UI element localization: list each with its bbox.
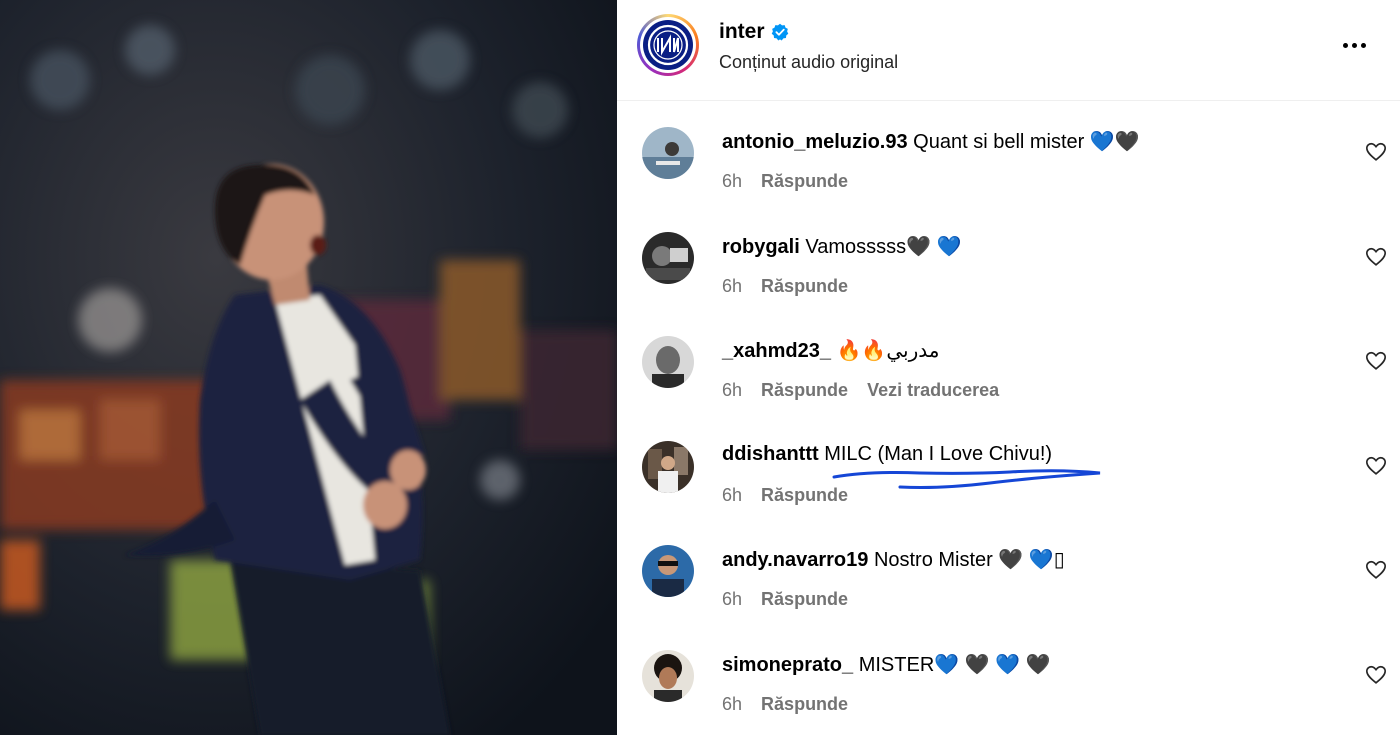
comment-time: 6h bbox=[722, 276, 743, 296]
commenter-avatar[interactable] bbox=[642, 336, 694, 388]
comment-item: simoneprato_ MISTER💙 🖤 💙 🖤 6h Răspunde bbox=[617, 650, 1400, 735]
commenter-avatar[interactable] bbox=[642, 127, 694, 179]
comment-text: Nostro Mister 🖤 💙▯ bbox=[873, 549, 1065, 571]
heart-icon[interactable] bbox=[1365, 559, 1387, 581]
reply-button[interactable]: Răspunde bbox=[761, 276, 848, 296]
comment-text: 🔥🔥مدربي bbox=[836, 340, 940, 362]
heart-icon[interactable] bbox=[1365, 455, 1387, 477]
comment-username[interactable]: robygali bbox=[722, 236, 800, 258]
commenter-avatar[interactable] bbox=[642, 441, 694, 493]
comment-time: 6h bbox=[722, 589, 743, 609]
comments-panel: inter Conținut audio original antonio_me… bbox=[617, 0, 1400, 735]
heart-icon[interactable] bbox=[1365, 350, 1387, 372]
annotation-underline bbox=[832, 469, 1101, 489]
heart-icon[interactable] bbox=[1365, 246, 1387, 268]
reply-button[interactable]: Răspunde bbox=[761, 380, 848, 400]
reply-button[interactable]: Răspunde bbox=[761, 171, 848, 191]
comment-text: Vamosssss🖤 💙 bbox=[805, 236, 962, 258]
inter-logo-icon bbox=[643, 20, 693, 70]
comment-text: Quant si bell mister 💙🖤 bbox=[913, 131, 1140, 153]
comment-item: robygali Vamosssss🖤 💙 6h Răspunde bbox=[617, 232, 1400, 332]
comment-time: 6h bbox=[722, 694, 743, 714]
more-options-icon[interactable] bbox=[1339, 30, 1369, 60]
post-photo[interactable] bbox=[0, 0, 617, 735]
comment-text: MISTER💙 🖤 💙 🖤 bbox=[858, 654, 1051, 676]
post-header: inter Conținut audio original bbox=[617, 0, 1400, 101]
comment-username[interactable]: simoneprato_ bbox=[722, 654, 853, 676]
comment-username[interactable]: ddishanttt bbox=[722, 443, 819, 465]
comment-username[interactable]: _xahmd23_ bbox=[722, 340, 831, 362]
comment-item: antonio_meluzio.93 Quant si bell mister … bbox=[617, 127, 1400, 227]
heart-icon[interactable] bbox=[1365, 664, 1387, 686]
comment-item: _xahmd23_ 🔥🔥مدربي 6h Răspunde Vezi tradu… bbox=[617, 336, 1400, 436]
verified-badge-icon bbox=[771, 23, 788, 41]
commenter-avatar[interactable] bbox=[642, 650, 694, 702]
comment-text: MILC (Man I Love Chivu!) bbox=[824, 443, 1053, 465]
account-username[interactable]: inter bbox=[719, 20, 765, 44]
comment-time: 6h bbox=[722, 171, 743, 191]
reply-button[interactable]: Răspunde bbox=[761, 694, 848, 714]
comment-item: andy.navarro19 Nostro Mister 🖤 💙▯ 6h Răs… bbox=[617, 545, 1400, 645]
audio-subtitle[interactable]: Conținut audio original bbox=[719, 52, 898, 73]
comment-time: 6h bbox=[722, 485, 743, 505]
reply-button[interactable]: Răspunde bbox=[761, 589, 848, 609]
see-translation-button[interactable]: Vezi traducerea bbox=[867, 380, 999, 400]
commenter-avatar[interactable] bbox=[642, 545, 694, 597]
heart-icon[interactable] bbox=[1365, 141, 1387, 163]
comment-username[interactable]: andy.navarro19 bbox=[722, 549, 868, 571]
coach-celebrating-photo bbox=[0, 0, 617, 735]
account-avatar[interactable] bbox=[637, 14, 699, 76]
commenter-avatar[interactable] bbox=[642, 232, 694, 284]
comment-time: 6h bbox=[722, 380, 743, 400]
comment-username[interactable]: antonio_meluzio.93 bbox=[722, 131, 908, 153]
